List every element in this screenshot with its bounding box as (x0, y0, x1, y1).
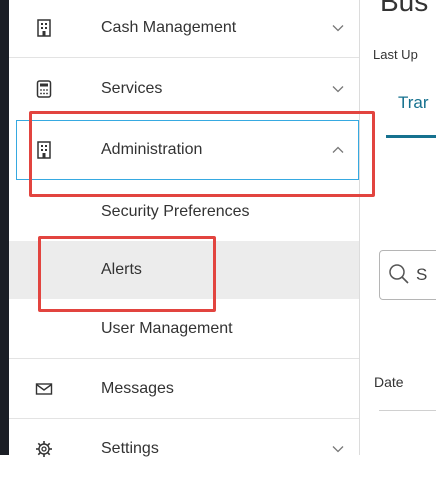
app-edge-bar (0, 0, 9, 455)
sidebar-separator (9, 358, 359, 359)
page-title: Bus (380, 0, 429, 17)
search-placeholder: S (416, 265, 428, 284)
sidebar-item-label: Cash Management (101, 19, 237, 36)
sidebar-item-messages[interactable]: Messages (9, 361, 359, 417)
sidebar-subitem-label: User Management (101, 320, 233, 337)
calculator-icon (36, 80, 52, 98)
building-icon (37, 19, 51, 37)
sidebar-separator (9, 418, 359, 419)
search-input[interactable]: S (379, 250, 436, 300)
sidebar-subitem-label: Security Preferences (101, 203, 250, 220)
main-content: Bus Last Up Trar S Date (360, 0, 436, 455)
gear-icon (36, 441, 52, 457)
chevron-down-icon[interactable] (332, 445, 344, 453)
sidebar-item-label: Settings (101, 440, 159, 457)
sidebar-item-settings[interactable]: Settings (9, 421, 359, 477)
sidebar-item-services[interactable]: Services (9, 61, 359, 117)
sidebar-item-label: Messages (101, 380, 174, 397)
table-header-date[interactable]: Date (374, 374, 404, 390)
tab-transactions[interactable]: Trar (398, 93, 429, 113)
sidebar-separator (9, 57, 359, 58)
last-updated-text: Last Up (373, 47, 418, 62)
sidebar-item-label: Services (101, 80, 163, 97)
highlight-box-alerts (38, 236, 216, 312)
highlight-box-administration (29, 111, 375, 197)
envelope-icon (35, 383, 53, 395)
sidebar-item-cash-management[interactable]: Cash Management (9, 0, 359, 56)
table-header-rule (379, 410, 436, 411)
search-icon (389, 264, 409, 284)
chevron-down-icon[interactable] (332, 24, 344, 32)
chevron-down-icon[interactable] (332, 85, 344, 93)
active-tab-indicator (386, 135, 436, 138)
